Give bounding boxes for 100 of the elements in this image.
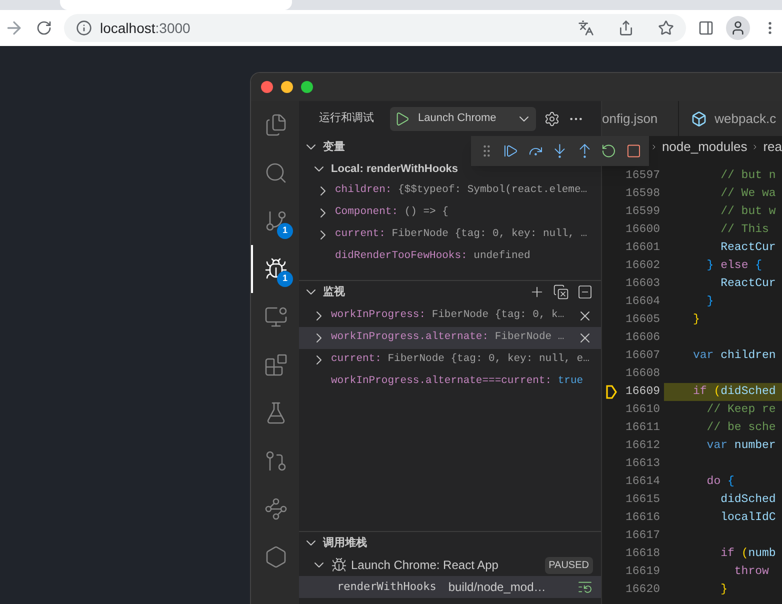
line-number: 16606 xyxy=(625,330,661,346)
line-number: 16608 xyxy=(625,366,661,382)
code-line: do { xyxy=(706,474,734,490)
code-line: } xyxy=(706,294,714,310)
frame-function: renderWithHooks xyxy=(337,578,436,595)
line-number: 16619 xyxy=(625,564,661,580)
variable-name: workInProgress.alternate: xyxy=(331,331,489,344)
frame-source: build/node_mod… xyxy=(448,579,546,596)
line-number: 16612 xyxy=(625,438,661,454)
session-label: Launch Chrome: React App xyxy=(351,557,498,574)
profile-avatar[interactable] xyxy=(726,16,750,40)
launch-config-dropdown[interactable]: Launch Chrome xyxy=(390,106,536,130)
share-icon[interactable] xyxy=(618,20,634,36)
breadcrumb-item[interactable]: rea xyxy=(763,137,782,157)
line-number: 16617 xyxy=(625,528,661,544)
scope-row[interactable]: Local: renderWithHooks xyxy=(299,158,601,180)
line-number: 16613 xyxy=(625,456,661,472)
section-title: 调用堆栈 xyxy=(323,536,367,551)
code-line: // be sche xyxy=(706,420,776,436)
variable-row[interactable]: children: {$$typeof: Symbol(react.eleme… xyxy=(299,180,601,202)
line-number: 16611 xyxy=(625,420,661,436)
line-number: 16597 xyxy=(625,168,661,184)
variable-value: FiberNode {tag: 0, key: null, e… xyxy=(388,353,590,366)
collapse-all-icon[interactable] xyxy=(577,284,593,300)
code-line: ReactCur xyxy=(720,276,776,292)
address-bar[interactable]: localhost:3000 xyxy=(64,14,686,42)
address-port: :3000 xyxy=(155,20,190,36)
watch-row[interactable]: workInProgress.alternate===current: true xyxy=(299,371,601,393)
code-line: // We wa xyxy=(720,186,776,202)
line-number: 16598 xyxy=(625,186,661,202)
code-line: if (didSched xyxy=(693,384,776,400)
play-icon[interactable] xyxy=(394,110,410,126)
branch-icon xyxy=(264,209,288,233)
close-window-icon[interactable] xyxy=(261,81,273,93)
sidebar-title: 运行和调试 xyxy=(319,111,374,126)
bug-icon xyxy=(331,557,347,573)
line-number: 16614 xyxy=(625,474,661,490)
variable-row[interactable]: current: FiberNode {tag: 0, key: null, … xyxy=(299,224,601,246)
activity-item[interactable]: 1 xyxy=(251,197,299,245)
continue-icon[interactable] xyxy=(503,143,519,159)
code-line: } else { xyxy=(706,258,762,274)
code-line: } xyxy=(693,312,700,328)
session-row[interactable]: Launch Chrome: React App PAUSED xyxy=(299,554,601,576)
scope-label: Local: renderWithHooks xyxy=(331,162,458,177)
variable-name: Component: xyxy=(335,206,398,218)
status-badge: PAUSED xyxy=(544,556,593,574)
star-icon[interactable] xyxy=(658,20,674,36)
translate-icon[interactable] xyxy=(578,20,594,36)
code-line: // Keep re xyxy=(706,402,776,418)
watch-row[interactable]: workInProgress.alternate: FiberNode … xyxy=(299,327,601,349)
add-icon[interactable] xyxy=(529,284,545,300)
variable-value: undefined xyxy=(474,250,530,262)
minimize-icon[interactable] xyxy=(281,81,293,93)
bug-icon xyxy=(264,257,288,281)
badge: 1 xyxy=(277,271,293,287)
variable-value: () => { xyxy=(404,206,448,218)
restart-frame-icon[interactable] xyxy=(577,579,593,595)
variable-value: FiberNode {tag: 0, key: null, … xyxy=(392,228,588,240)
code-line: ReactCur xyxy=(720,240,776,256)
variable-row[interactable]: didRenderTooFewHooks: undefined xyxy=(299,246,601,268)
line-number: 16615 xyxy=(625,492,661,508)
cube-icon xyxy=(690,110,707,126)
remove-all-icon[interactable] xyxy=(553,284,569,300)
variable-name: workInProgress: xyxy=(331,309,426,322)
pull-request-icon xyxy=(264,449,288,473)
restart-icon[interactable] xyxy=(601,143,617,159)
variable-row[interactable]: Component: () => { xyxy=(299,202,601,224)
line-number: 16607 xyxy=(625,348,661,364)
code-line: // This xyxy=(720,222,769,238)
stack-frame[interactable]: renderWithHooks build/node_mod… xyxy=(299,576,601,598)
settings-icon[interactable] xyxy=(544,110,560,126)
line-number: 16599 xyxy=(625,204,661,220)
line-number: 16600 xyxy=(625,222,661,238)
line-number: 16602 xyxy=(625,258,661,274)
watch-row[interactable]: workInProgress: FiberNode {tag: 0, k… xyxy=(299,305,601,327)
editor-tab[interactable]: webpack.c xyxy=(678,101,782,136)
variable-name: current: xyxy=(331,353,382,366)
breadcrumb-item[interactable]: node_modules xyxy=(662,137,748,157)
watch-row[interactable]: current: FiberNode {tag: 0, key: null, e… xyxy=(299,349,601,371)
stop-icon[interactable] xyxy=(626,143,641,159)
code-line: var children xyxy=(693,348,776,364)
side-panel-icon[interactable] xyxy=(698,20,714,36)
line-number: 16603 xyxy=(625,276,661,292)
section-title: 变量 xyxy=(323,140,345,155)
current-line-icon xyxy=(606,385,617,399)
info-icon[interactable] xyxy=(76,20,92,36)
reload-icon[interactable] xyxy=(36,20,52,36)
files-icon xyxy=(264,113,288,137)
address-host: localhost xyxy=(100,20,156,36)
code-line: if (numb xyxy=(720,546,776,562)
editor-tab[interactable]: onfig.json xyxy=(602,101,679,136)
line-number: 16610 xyxy=(625,402,661,418)
section-title: 监视 xyxy=(323,284,345,300)
zoom-icon[interactable] xyxy=(301,81,313,93)
variable-value: true xyxy=(558,375,584,388)
line-number: 16609 xyxy=(625,384,661,400)
code-line: // but n xyxy=(720,168,776,184)
waypoints-icon xyxy=(264,497,288,521)
variable-name: workInProgress.alternate===current: xyxy=(331,375,552,388)
line-number: 16604 xyxy=(625,294,661,310)
